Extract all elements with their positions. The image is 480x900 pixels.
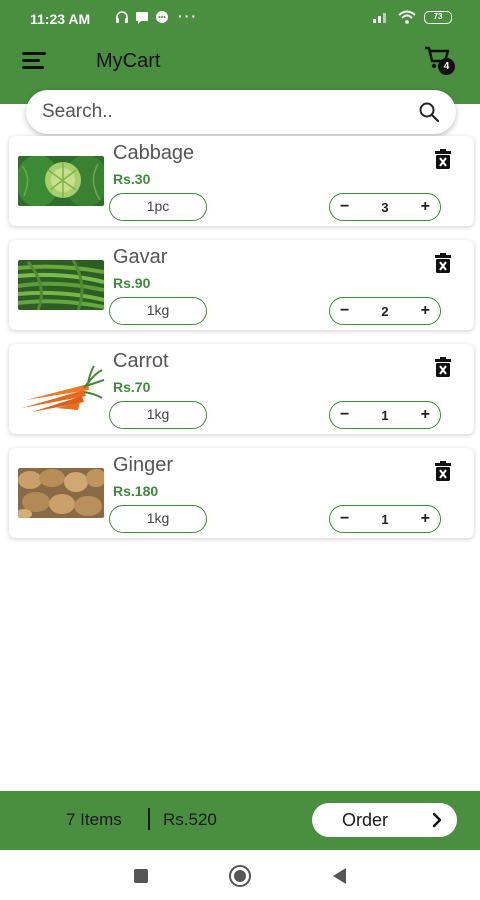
increment-button[interactable]: + bbox=[421, 510, 430, 528]
home-button[interactable] bbox=[229, 865, 251, 887]
cart-item-card: Gavar Rs.90 1kg − 2 + bbox=[9, 240, 474, 330]
cabbage-image bbox=[18, 156, 104, 206]
quantity-value: 1 bbox=[381, 511, 389, 527]
item-price: Rs.30 bbox=[113, 171, 151, 187]
unit-selector[interactable]: 1pc bbox=[109, 193, 207, 221]
decrement-button[interactable]: − bbox=[340, 406, 349, 424]
item-price: Rs.70 bbox=[113, 379, 151, 395]
chat-bubble-icon bbox=[156, 11, 168, 23]
battery-icon: 73 bbox=[424, 10, 452, 24]
back-button[interactable] bbox=[333, 868, 346, 884]
item-price: Rs.90 bbox=[113, 275, 151, 291]
delete-icon[interactable] bbox=[433, 356, 453, 378]
unit-selector[interactable]: 1kg bbox=[109, 297, 207, 325]
delete-icon[interactable] bbox=[433, 252, 453, 274]
carrot-image bbox=[18, 364, 104, 414]
decrement-button[interactable]: − bbox=[340, 302, 349, 320]
order-button[interactable]: Order bbox=[312, 803, 457, 837]
system-nav-bar bbox=[0, 850, 480, 900]
checkout-bar: 7 Items Rs.520 Order bbox=[0, 791, 480, 850]
delete-icon[interactable] bbox=[433, 460, 453, 482]
delete-icon[interactable] bbox=[433, 148, 453, 170]
status-bar: 11:23 AM ··· 73 bbox=[0, 0, 480, 36]
cart-count-badge: 4 bbox=[438, 58, 455, 75]
increment-button[interactable]: + bbox=[421, 302, 430, 320]
app-header: 11:23 AM ··· 73 MyCart 4 bbox=[0, 0, 480, 104]
quantity-value: 2 bbox=[381, 303, 389, 319]
item-name: Cabbage bbox=[113, 142, 195, 164]
quantity-value: 1 bbox=[381, 407, 389, 423]
item-count: 7 Items bbox=[66, 810, 122, 829]
search-input[interactable] bbox=[42, 99, 402, 125]
chevron-right-icon bbox=[432, 812, 442, 828]
search-bar bbox=[26, 90, 456, 134]
quantity-value: 3 bbox=[381, 199, 389, 215]
ginger-image bbox=[18, 468, 104, 518]
hamburger-menu-icon[interactable] bbox=[22, 52, 46, 72]
cart-button[interactable]: 4 bbox=[424, 46, 458, 76]
order-label: Order bbox=[342, 810, 389, 830]
notification-icons bbox=[115, 10, 169, 24]
headset-icon bbox=[116, 11, 128, 23]
page-title: MyCart bbox=[96, 50, 161, 72]
unit-selector[interactable]: 1kg bbox=[109, 505, 207, 533]
decrement-button[interactable]: − bbox=[340, 510, 349, 528]
cart-item-card: Carrot Rs.70 1kg − 1 + bbox=[9, 344, 474, 434]
item-name: Ginger bbox=[113, 454, 174, 476]
unit-selector[interactable]: 1kg bbox=[109, 401, 207, 429]
signal-icon bbox=[373, 13, 386, 23]
footer-divider bbox=[148, 808, 150, 830]
item-name: Gavar bbox=[113, 246, 168, 268]
quantity-stepper: − 2 + bbox=[329, 297, 441, 325]
increment-button[interactable]: + bbox=[421, 406, 430, 424]
message-icon bbox=[136, 12, 148, 24]
gavar-beans-image bbox=[18, 260, 104, 310]
decrement-button[interactable]: − bbox=[340, 198, 349, 216]
cart-total: Rs.520 bbox=[163, 810, 217, 829]
item-name: Carrot bbox=[113, 350, 169, 372]
search-icon[interactable] bbox=[418, 101, 440, 123]
wifi-icon bbox=[398, 10, 416, 24]
cart-item-card: Ginger Rs.180 1kg − 1 + bbox=[9, 448, 474, 538]
quantity-stepper: − 1 + bbox=[329, 401, 441, 429]
quantity-stepper: − 1 + bbox=[329, 505, 441, 533]
status-time: 11:23 AM bbox=[30, 11, 91, 27]
cart-item-card: Cabbage Rs.30 1pc − 3 + bbox=[9, 136, 474, 226]
increment-button[interactable]: + bbox=[421, 198, 430, 216]
quantity-stepper: − 3 + bbox=[329, 193, 441, 221]
more-notifications-icon: ··· bbox=[178, 8, 198, 24]
recents-button[interactable] bbox=[134, 869, 148, 883]
system-icons: 73 bbox=[372, 10, 452, 24]
item-price: Rs.180 bbox=[113, 483, 159, 499]
